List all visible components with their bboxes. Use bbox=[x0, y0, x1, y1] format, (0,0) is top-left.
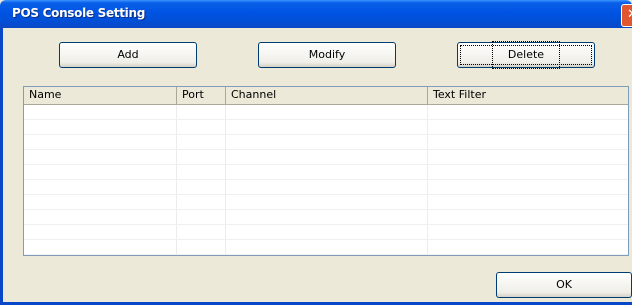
window-title: POS Console Setting bbox=[12, 6, 146, 20]
window-frame-left bbox=[0, 28, 3, 305]
table-row[interactable] bbox=[24, 120, 628, 135]
delete-button[interactable]: Delete bbox=[457, 41, 595, 69]
table-row[interactable] bbox=[24, 180, 628, 195]
column-header-port[interactable]: Port bbox=[177, 87, 226, 104]
close-icon: ✕ bbox=[627, 7, 632, 22]
delete-button-label: Delete bbox=[491, 41, 561, 69]
ok-button[interactable]: OK bbox=[496, 272, 632, 298]
table-row[interactable] bbox=[24, 135, 628, 150]
pos-console-setting-dialog: POS Console Setting ✕ Add Modify Delete … bbox=[0, 0, 632, 305]
add-button[interactable]: Add bbox=[59, 42, 197, 68]
modify-button-label: Modify bbox=[308, 48, 346, 61]
table-row[interactable] bbox=[24, 165, 628, 180]
column-header-text-filter[interactable]: Text Filter bbox=[428, 87, 628, 104]
table-row[interactable] bbox=[24, 150, 628, 165]
table-row[interactable] bbox=[24, 210, 628, 225]
table-header: Name Port Channel Text Filter bbox=[24, 87, 628, 105]
column-header-name[interactable]: Name bbox=[24, 87, 177, 104]
modify-button[interactable]: Modify bbox=[258, 42, 396, 68]
table-row[interactable] bbox=[24, 225, 628, 240]
close-button[interactable]: ✕ bbox=[621, 4, 632, 27]
title-bar[interactable]: POS Console Setting ✕ bbox=[0, 0, 632, 28]
table-row[interactable] bbox=[24, 195, 628, 210]
add-button-label: Add bbox=[117, 48, 139, 61]
table-body bbox=[24, 105, 628, 255]
column-header-channel[interactable]: Channel bbox=[226, 87, 428, 104]
table-row[interactable] bbox=[24, 105, 628, 120]
ok-button-label: OK bbox=[556, 278, 572, 291]
table-row[interactable] bbox=[24, 240, 628, 255]
pos-console-table[interactable]: Name Port Channel Text Filter bbox=[23, 86, 629, 256]
